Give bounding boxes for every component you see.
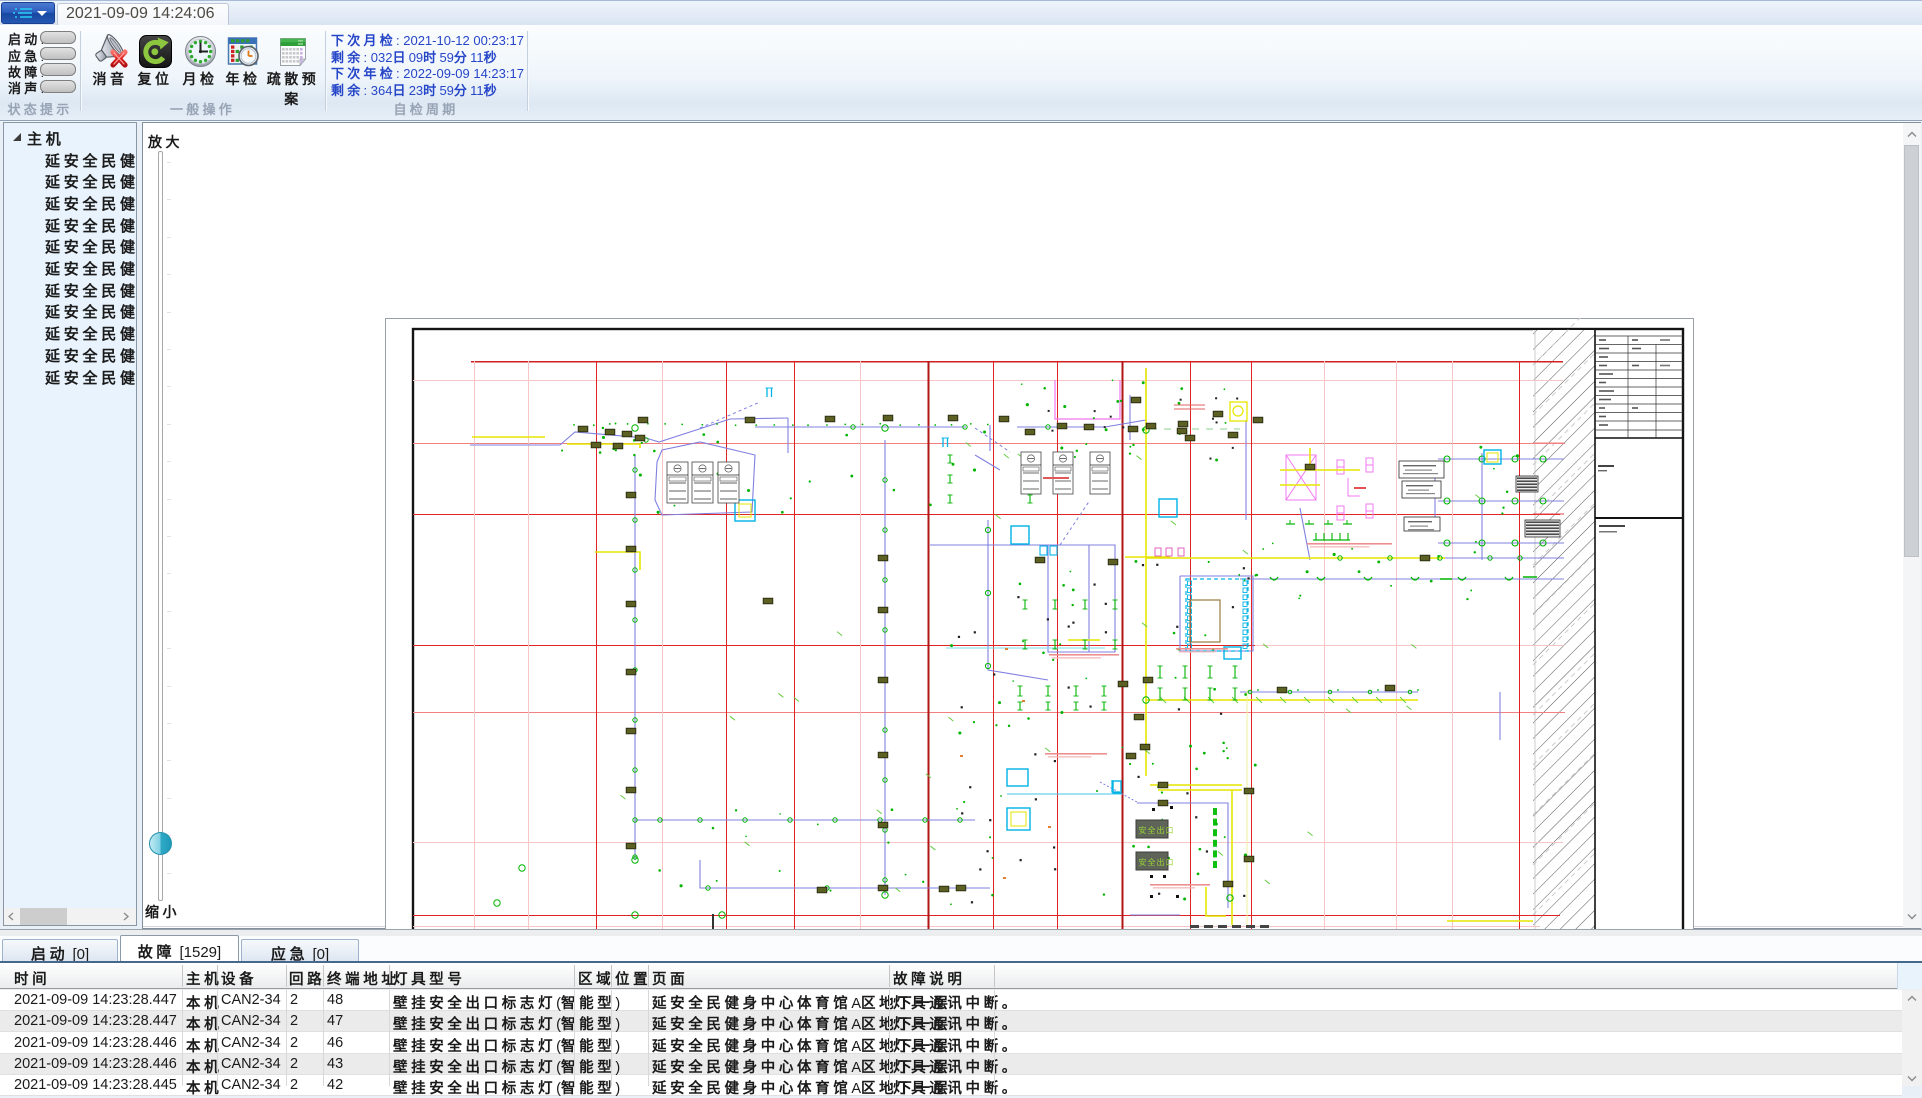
- svg-text:安全出口: 安全出口: [1139, 825, 1175, 835]
- svg-text:安全出口: 安全出口: [1139, 857, 1175, 867]
